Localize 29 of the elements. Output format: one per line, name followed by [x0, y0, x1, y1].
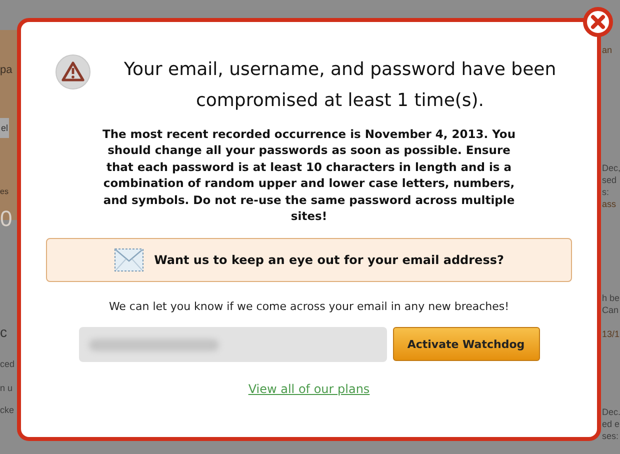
page-text: ses: — [602, 430, 619, 442]
page-link[interactable]: ass — [602, 198, 616, 210]
page-field[interactable]: el — [0, 118, 10, 138]
activate-watchdog-button[interactable]: Activate Watchdog — [392, 327, 540, 362]
page-link[interactable]: 13/1 — [602, 328, 620, 340]
page-text: Can — [602, 304, 619, 316]
envelope-icon — [114, 248, 144, 272]
info-text: We can let you know if we come across your email in any new breaches! — [108, 300, 510, 314]
page-text: ed e — [602, 418, 620, 430]
close-icon[interactable] — [583, 7, 613, 37]
page-text: Dec, — [602, 162, 620, 174]
page-text: cke — [0, 404, 14, 416]
warning-icon — [55, 54, 91, 90]
page-text: sed — [602, 174, 617, 186]
page-text: pa — [0, 64, 12, 76]
email-field[interactable] — [78, 327, 386, 362]
page-heading: c — [0, 324, 7, 340]
callout-text: Want us to keep an eye out for your email address? — [154, 253, 504, 268]
dialog-title: Your email, username, and password have been compromised at least 1 time(s). — [122, 58, 558, 113]
page-text: h be — [602, 292, 620, 304]
page-text: n u — [0, 382, 13, 394]
page-text: Dec. — [602, 406, 620, 418]
page-link[interactable]: an — [602, 44, 612, 56]
warning-message: The most recent recorded occurrence is November 4, 2013. You should change all your passwords as soon as possible. Ensure that each password is at least 10 characters in length and is a combination of random upper and lower case letters, numbers, and symbols. Do not re-use the same password across multiple sites! — [101, 126, 517, 224]
page-text: es — [0, 186, 8, 198]
page-text: s: — [602, 186, 610, 198]
page-number: 0 — [0, 206, 12, 232]
plans-link[interactable]: View all of our plans — [248, 382, 370, 396]
page-text: ced — [0, 358, 15, 370]
